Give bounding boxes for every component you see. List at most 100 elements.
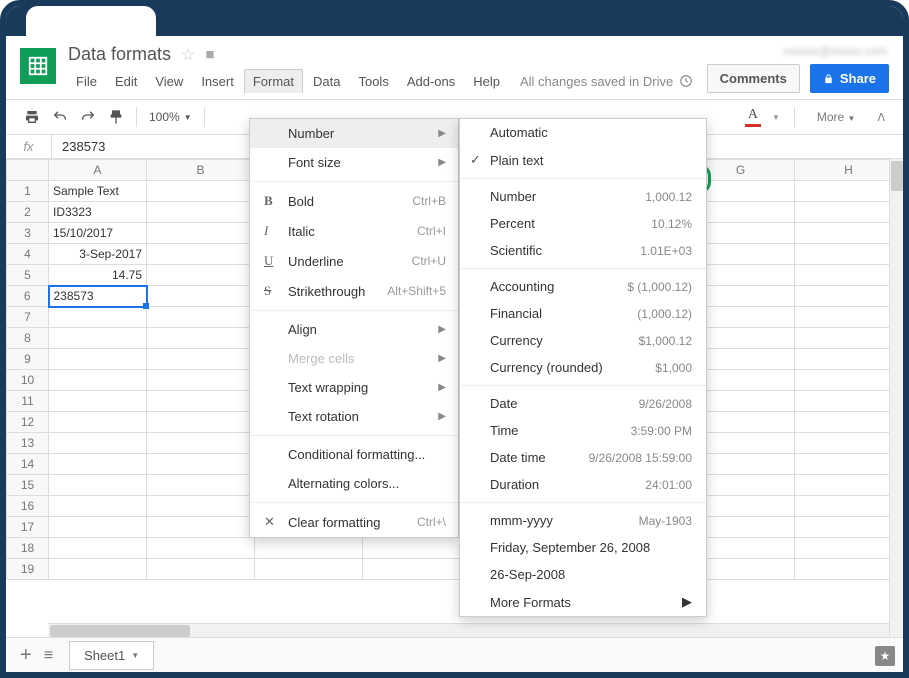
cell[interactable] [795,475,903,496]
cell[interactable] [49,559,147,580]
number-item-more-formats[interactable]: More Formats▶ [460,588,706,616]
cell[interactable] [49,454,147,475]
cell[interactable] [147,517,255,538]
format-item-number[interactable]: Number▶ [250,119,458,148]
cell[interactable] [147,412,255,433]
cell[interactable] [795,286,903,307]
menu-edit[interactable]: Edit [107,70,145,93]
text-color-button[interactable]: A [742,107,764,127]
cell[interactable] [49,349,147,370]
select-all-cell[interactable] [7,160,49,181]
cell[interactable] [147,370,255,391]
redo-icon[interactable] [74,105,102,129]
cell[interactable] [147,265,255,286]
cell[interactable] [795,370,903,391]
cell[interactable]: 3-Sep-2017 [49,244,147,265]
row-header[interactable]: 4 [7,244,49,265]
cell[interactable] [49,538,147,559]
cell[interactable] [147,475,255,496]
cell[interactable] [49,370,147,391]
number-item-date[interactable]: Date9/26/2008 [460,390,706,417]
row-header[interactable]: 11 [7,391,49,412]
cell[interactable] [795,391,903,412]
format-item-underline[interactable]: UUnderlineCtrl+U [250,246,458,276]
number-item-currency[interactable]: Currency$1,000.12 [460,327,706,354]
undo-icon[interactable] [46,105,74,129]
folder-icon[interactable]: ■ [205,46,214,63]
cell[interactable] [795,328,903,349]
cell[interactable] [49,391,147,412]
row-header[interactable]: 14 [7,454,49,475]
document-title[interactable]: Data formats [68,44,171,65]
row-header[interactable]: 8 [7,328,49,349]
cell[interactable] [147,454,255,475]
number-item--sep-[interactable]: 26-Sep-2008 [460,561,706,588]
cell[interactable] [795,181,903,202]
format-item-font-size[interactable]: Font size▶ [250,148,458,177]
number-item-automatic[interactable]: Automatic [460,119,706,146]
cell[interactable] [255,559,363,580]
cell[interactable] [147,559,255,580]
cell[interactable] [795,412,903,433]
cell[interactable] [795,496,903,517]
row-header[interactable]: 6 [7,286,49,307]
cell[interactable] [363,538,471,559]
format-item-conditional-formatting-[interactable]: Conditional formatting... [250,440,458,469]
number-item-currency-rounded-[interactable]: Currency (rounded)$1,000 [460,354,706,381]
all-sheets-icon[interactable]: ≡ [38,643,59,669]
format-item-italic[interactable]: IItalicCtrl+I [250,216,458,246]
cell[interactable] [795,202,903,223]
cell[interactable] [795,244,903,265]
cell[interactable] [147,223,255,244]
cell[interactable] [49,412,147,433]
col-header-A[interactable]: A [49,160,147,181]
zoom-select[interactable]: 100% ▼ [143,110,198,124]
print-icon[interactable] [18,105,46,129]
cell[interactable] [49,433,147,454]
comments-button[interactable]: Comments [707,64,800,93]
menu-data[interactable]: Data [305,70,348,93]
cell[interactable] [147,307,255,328]
format-item-bold[interactable]: BBoldCtrl+B [250,186,458,216]
format-item-text-rotation[interactable]: Text rotation▶ [250,402,458,431]
row-header[interactable]: 10 [7,370,49,391]
row-header[interactable]: 16 [7,496,49,517]
cell[interactable] [147,244,255,265]
row-header[interactable]: 19 [7,559,49,580]
cell[interactable]: 15/10/2017 [49,223,147,244]
row-header[interactable]: 17 [7,517,49,538]
number-item-mmm-yyyy[interactable]: mmm-yyyyMay-1903 [460,507,706,534]
menu-help[interactable]: Help [465,70,508,93]
cell[interactable]: Sample Text [49,181,147,202]
cell[interactable] [147,181,255,202]
cell[interactable]: 14.75 [49,265,147,286]
menu-view[interactable]: View [147,70,191,93]
cell[interactable] [49,496,147,517]
share-button[interactable]: Share [810,64,889,93]
cell[interactable] [147,433,255,454]
format-item-alternating-colors-[interactable]: Alternating colors... [250,469,458,498]
row-header[interactable]: 7 [7,307,49,328]
number-item-plain-text[interactable]: ✓Plain text [460,146,706,174]
cell[interactable] [795,559,903,580]
cell[interactable] [795,538,903,559]
format-item-align[interactable]: Align▶ [250,315,458,344]
cell[interactable] [147,496,255,517]
row-header[interactable]: 15 [7,475,49,496]
number-item-time[interactable]: Time3:59:00 PM [460,417,706,444]
number-item-scientific[interactable]: Scientific1.01E+03 [460,237,706,264]
cell[interactable] [795,433,903,454]
cell[interactable] [795,223,903,244]
format-item-text-wrapping[interactable]: Text wrapping▶ [250,373,458,402]
horizontal-scrollbar[interactable] [48,623,889,637]
number-item-financial[interactable]: Financial(1,000.12) [460,300,706,327]
cell[interactable]: 238573 [49,286,147,307]
row-header[interactable]: 13 [7,433,49,454]
number-item-number[interactable]: Number1,000.12 [460,183,706,210]
cell[interactable] [147,328,255,349]
number-item-percent[interactable]: Percent10.12% [460,210,706,237]
cell[interactable] [147,286,255,307]
number-item-friday-september-[interactable]: Friday, September 26, 2008 [460,534,706,561]
row-header[interactable]: 5 [7,265,49,286]
cell[interactable] [363,559,471,580]
